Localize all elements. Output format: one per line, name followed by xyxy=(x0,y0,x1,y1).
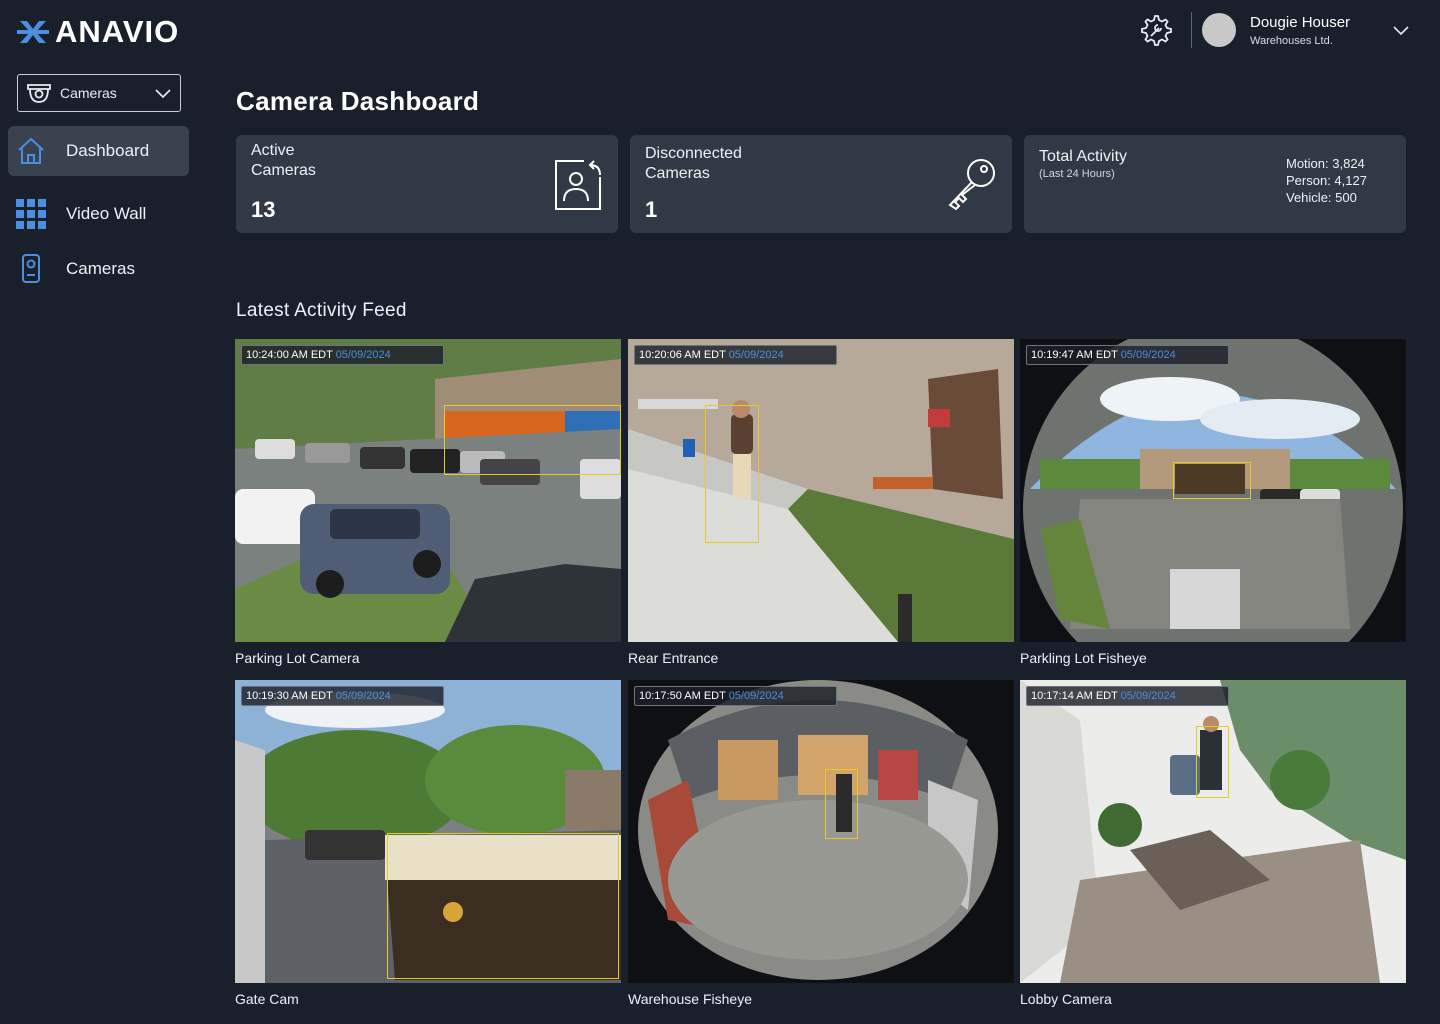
activity-subtitle: (Last 24 Hours) xyxy=(1039,168,1115,180)
activity-title: Total Activity xyxy=(1039,148,1128,165)
gear-wrench-icon xyxy=(1141,15,1172,46)
feed-tile-label[interactable]: Parkling Lot Fisheye xyxy=(1020,650,1147,666)
feed-tile-label[interactable]: Parking Lot Camera xyxy=(235,650,360,666)
card-title: Total Activity (Last 24 Hours) xyxy=(1039,147,1239,181)
camera-dome-icon xyxy=(27,84,51,103)
timestamp-date: 05/09/2024 xyxy=(1120,690,1176,702)
active-cameras-card[interactable]: Active Cameras 13 xyxy=(236,135,618,233)
timestamp-date: 05/09/2024 xyxy=(1120,349,1176,361)
card-title-line2: Cameras xyxy=(251,162,316,179)
feed-tile-label[interactable]: Warehouse Fisheye xyxy=(628,991,752,1007)
timestamp-time: 10:19:47 AM EDT xyxy=(1031,349,1118,361)
feed-tile-rear-entrance[interactable]: 10:20:06 AM EDT 05/09/2024 xyxy=(628,339,1014,642)
timestamp-date: 05/09/2024 xyxy=(728,690,784,702)
camera-snapshot xyxy=(628,339,1014,642)
detection-box xyxy=(1173,462,1251,499)
card-title-line1: Active xyxy=(251,142,295,159)
vehicle-count: Vehicle: 500 xyxy=(1286,190,1357,205)
sidebar-item-dashboard[interactable]: Dashboard xyxy=(8,126,189,176)
timestamp-time: 10:24:00 AM EDT xyxy=(246,349,333,361)
timestamp-overlay: 10:24:00 AM EDT 05/09/2024 xyxy=(241,345,444,365)
user-name: Dougie Houser xyxy=(1250,13,1351,31)
sidebar-item-label: Dashboard xyxy=(66,141,150,160)
grid-icon xyxy=(16,199,46,229)
key-icon xyxy=(946,157,998,216)
timestamp-overlay: 10:20:06 AM EDT 05/09/2024 xyxy=(634,345,837,365)
detection-box xyxy=(705,405,759,543)
feed-tile-warehouse-fisheye[interactable]: 10:17:50 AM EDT 05/09/2024 xyxy=(628,680,1014,983)
anavio-logo-icon xyxy=(17,21,49,43)
disconnected-cameras-count: 1 xyxy=(645,197,658,222)
detection-box xyxy=(444,405,621,475)
detection-box xyxy=(387,833,619,979)
avatar[interactable] xyxy=(1202,13,1236,47)
timestamp-overlay: 10:17:14 AM EDT 05/09/2024 xyxy=(1026,686,1229,706)
user-org: Warehouses Ltd. xyxy=(1250,34,1333,47)
timestamp-date: 05/09/2024 xyxy=(728,349,784,361)
activity-stats: Motion: 3,824 Person: 4,127 Vehicle: 500 xyxy=(1286,155,1367,206)
detection-box xyxy=(1196,726,1229,798)
total-activity-card[interactable]: Total Activity (Last 24 Hours) Motion: 3… xyxy=(1024,135,1406,233)
timestamp-overlay: 10:19:30 AM EDT 05/09/2024 xyxy=(241,686,444,706)
camera-selector-label: Cameras xyxy=(60,85,117,101)
sidebar-item-label: Cameras xyxy=(66,259,135,278)
timestamp-time: 10:20:06 AM EDT xyxy=(639,349,726,361)
card-title: Active Cameras xyxy=(251,141,451,181)
toolbar-divider xyxy=(1191,12,1192,48)
user-toolbar: Dougie Houser Warehouses Ltd. xyxy=(1135,8,1416,52)
card-title-line2: Cameras xyxy=(645,165,710,182)
feed-tile-gate-cam[interactable]: 10:19:30 AM EDT 05/09/2024 xyxy=(235,680,621,983)
disconnected-cameras-card[interactable]: Disconnected Cameras 1 xyxy=(630,135,1012,233)
feed-tile-label[interactable]: Lobby Camera xyxy=(1020,991,1112,1007)
user-info[interactable]: Dougie Houser Warehouses Ltd. xyxy=(1250,14,1378,47)
chevron-down-icon xyxy=(155,89,171,99)
feed-title: Latest Activity Feed xyxy=(236,300,407,321)
home-icon xyxy=(16,136,46,166)
feed-tile-label[interactable]: Rear Entrance xyxy=(628,650,718,666)
sidebar-item-label: Video Wall xyxy=(66,204,147,223)
timestamp-time: 10:17:14 AM EDT xyxy=(1031,690,1118,702)
device-camera-icon xyxy=(16,254,46,284)
card-title-line1: Disconnected xyxy=(645,145,742,162)
page-title: Camera Dashboard xyxy=(236,86,480,116)
card-title: Disconnected Cameras xyxy=(645,144,845,184)
timestamp-time: 10:19:30 AM EDT xyxy=(246,690,333,702)
timestamp-overlay: 10:19:47 AM EDT 05/09/2024 xyxy=(1026,345,1229,365)
user-menu-button[interactable] xyxy=(1386,15,1416,45)
person-count: Person: 4,127 xyxy=(1286,173,1367,188)
feed-tile-lobby-camera[interactable]: 10:17:14 AM EDT 05/09/2024 xyxy=(1020,680,1406,983)
timestamp-overlay: 10:17:50 AM EDT 05/09/2024 xyxy=(634,686,837,706)
user-refresh-icon xyxy=(552,157,604,218)
timestamp-date: 05/09/2024 xyxy=(335,349,391,361)
feed-tile-parking-lot[interactable]: 10:24:00 AM EDT 05/09/2024 xyxy=(235,339,621,642)
sidebar-item-video-wall[interactable]: Video Wall xyxy=(8,189,189,239)
camera-snapshot xyxy=(628,680,1014,983)
brand-logo[interactable]: ANAVIO xyxy=(17,14,179,50)
feed-tile-parking-fisheye[interactable]: 10:19:47 AM EDT 05/09/2024 xyxy=(1020,339,1406,642)
active-cameras-count: 13 xyxy=(251,197,276,222)
detection-box xyxy=(825,769,858,839)
motion-count: Motion: 3,824 xyxy=(1286,156,1365,171)
camera-snapshot xyxy=(235,339,621,642)
timestamp-time: 10:17:50 AM EDT xyxy=(639,690,726,702)
chevron-down-icon xyxy=(1393,26,1409,36)
sidebar-item-cameras[interactable]: Cameras xyxy=(8,244,189,294)
camera-selector-dropdown[interactable]: Cameras xyxy=(17,74,181,112)
settings-button[interactable] xyxy=(1135,10,1175,50)
timestamp-date: 05/09/2024 xyxy=(335,690,391,702)
feed-tile-label[interactable]: Gate Cam xyxy=(235,991,299,1007)
brand-name: ANAVIO xyxy=(55,14,180,49)
